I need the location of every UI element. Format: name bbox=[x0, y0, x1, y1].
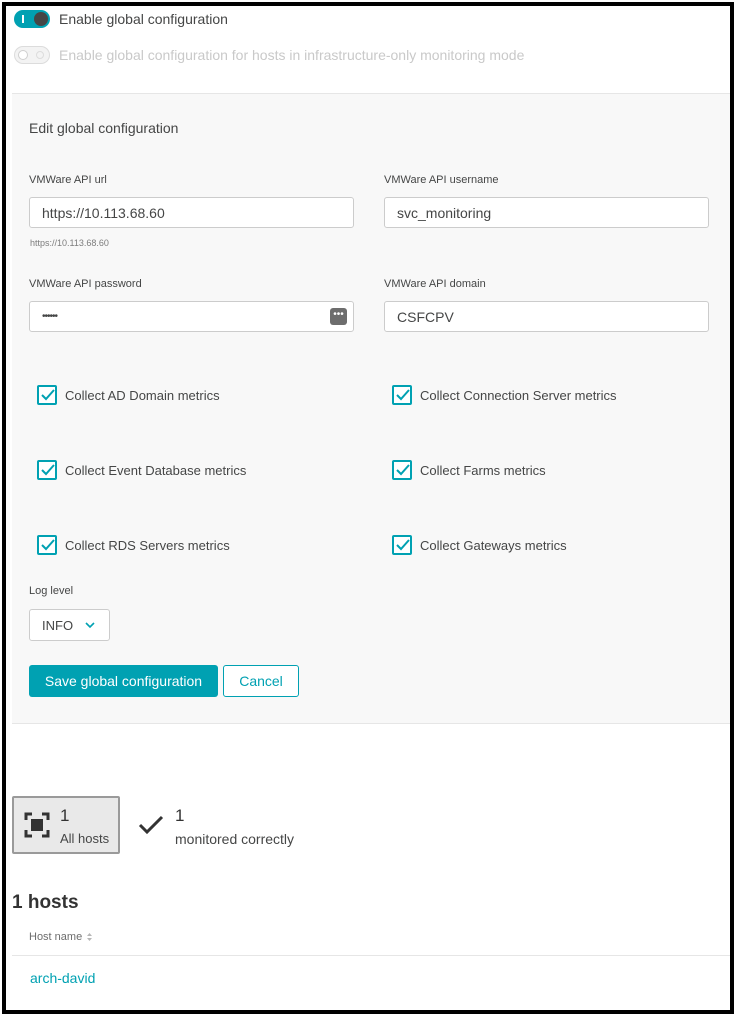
api-domain-input[interactable]: CSFCPV bbox=[384, 301, 709, 332]
save-global-config-button[interactable]: Save global configuration bbox=[29, 665, 218, 697]
checkbox-checked-icon[interactable] bbox=[392, 385, 412, 405]
api-username-label: VMWare API username bbox=[384, 174, 499, 186]
checkbox-checked-icon[interactable] bbox=[37, 535, 57, 555]
checkbox-checked-icon[interactable] bbox=[392, 535, 412, 555]
api-username-input[interactable]: svc_monitoring bbox=[384, 197, 709, 228]
hosts-title: 1 hosts bbox=[12, 892, 79, 913]
checkbox-farms[interactable]: Collect Farms metrics bbox=[392, 460, 546, 480]
log-level-value: INFO bbox=[42, 617, 74, 633]
log-level-select[interactable]: INFO bbox=[29, 609, 110, 641]
monitored-count: 1 bbox=[175, 806, 185, 825]
checkbox-rds-servers[interactable]: Collect RDS Servers metrics bbox=[37, 535, 230, 555]
host-icon bbox=[24, 812, 50, 838]
checkbox-checked-icon[interactable] bbox=[37, 385, 57, 405]
global-config-label: Enable global configuration bbox=[59, 11, 228, 27]
host-link[interactable]: arch-david bbox=[30, 970, 95, 986]
checkbox-label: Collect Connection Server metrics bbox=[420, 387, 617, 403]
checkbox-gateways[interactable]: Collect Gateways metrics bbox=[392, 535, 567, 555]
log-level-label: Log level bbox=[29, 585, 74, 597]
infra-config-label: Enable global configuration for hosts in… bbox=[59, 47, 525, 63]
all-hosts-label: All hosts bbox=[60, 831, 110, 846]
api-domain-value: CSFCPV bbox=[397, 308, 454, 325]
api-domain-label: VMWare API domain bbox=[384, 278, 486, 290]
infra-config-toggle[interactable] bbox=[14, 46, 50, 64]
checkbox-label: Collect Event Database metrics bbox=[65, 462, 247, 478]
checkbox-checked-icon[interactable] bbox=[37, 460, 57, 480]
checkbox-label: Collect AD Domain metrics bbox=[65, 387, 220, 403]
api-url-input[interactable]: https://10.113.68.60 bbox=[29, 197, 354, 228]
sort-icon bbox=[87, 933, 93, 941]
api-url-label: VMWare API url bbox=[29, 174, 107, 186]
checkbox-connection-server[interactable]: Collect Connection Server metrics bbox=[392, 385, 617, 405]
api-username-value: svc_monitoring bbox=[397, 204, 492, 221]
all-hosts-count: 1 bbox=[60, 806, 70, 825]
column-header-label: Host name bbox=[29, 931, 83, 943]
checkmark-icon bbox=[138, 815, 164, 835]
all-hosts-tile[interactable]: 1 All hosts bbox=[12, 796, 120, 854]
checkbox-event-database[interactable]: Collect Event Database metrics bbox=[37, 460, 246, 480]
infra-config-toggle-row: Enable global configuration for hosts in… bbox=[14, 46, 524, 64]
chevron-down-icon bbox=[85, 621, 95, 628]
more-dots-icon[interactable]: ••• bbox=[330, 308, 347, 325]
api-password-value: •••••• bbox=[42, 311, 58, 322]
api-url-value: https://10.113.68.60 bbox=[42, 204, 165, 221]
host-name-column-header[interactable]: Host name bbox=[29, 931, 93, 943]
main-frame: Enable global configuration Enable globa… bbox=[2, 2, 734, 1014]
api-url-hint: https://10.113.68.60 bbox=[30, 238, 109, 248]
cancel-button[interactable]: Cancel bbox=[223, 665, 299, 697]
global-config-toggle-row: Enable global configuration bbox=[14, 10, 228, 28]
table-divider bbox=[12, 955, 730, 956]
panel-title: Edit global configuration bbox=[29, 120, 179, 136]
checkbox-label: Collect Farms metrics bbox=[420, 462, 546, 478]
global-config-panel: Edit global configuration VMWare API url… bbox=[12, 93, 730, 724]
checkbox-checked-icon[interactable] bbox=[392, 460, 412, 480]
monitored-label: monitored correctly bbox=[175, 831, 295, 847]
api-password-label: VMWare API password bbox=[29, 278, 142, 290]
api-password-input[interactable]: •••••• ••• bbox=[29, 301, 354, 332]
checkbox-label: Collect RDS Servers metrics bbox=[65, 537, 230, 553]
global-config-toggle[interactable] bbox=[14, 10, 50, 28]
checkbox-label: Collect Gateways metrics bbox=[420, 537, 567, 553]
checkbox-ad-domain[interactable]: Collect AD Domain metrics bbox=[37, 385, 220, 405]
